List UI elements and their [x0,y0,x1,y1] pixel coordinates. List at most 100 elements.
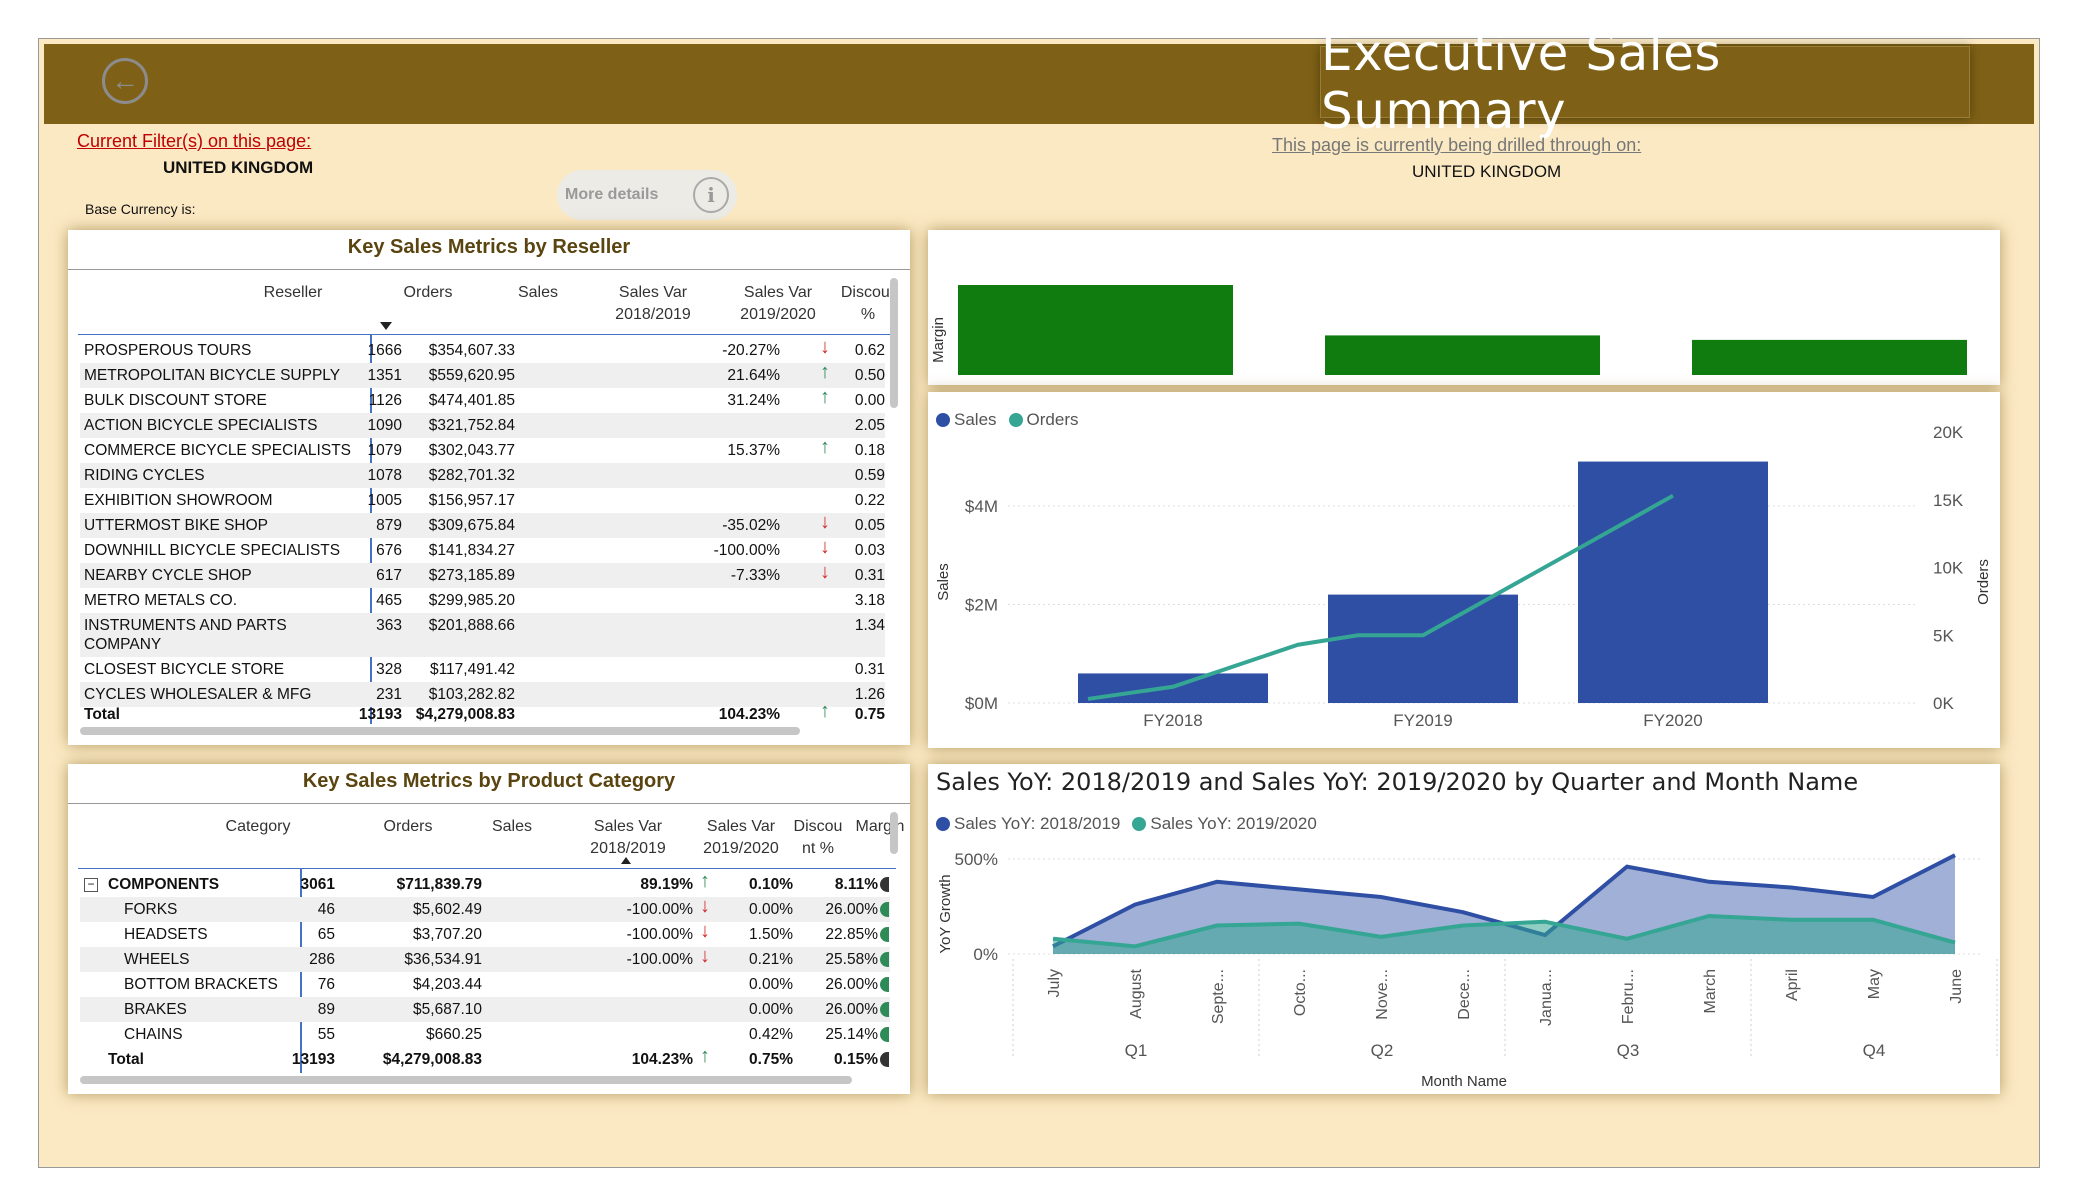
table-row[interactable]: BRAKES 89 $5,687.10 0.00% 26.00% [80,997,890,1022]
col-header-margin[interactable]: Margin [850,816,910,838]
col-header-var-1920[interactable]: Sales Var 2019/2020 [718,282,838,326]
table-row[interactable]: − COMPONENTS 3061 $711,839.79 89.19% ↑ 0.10% 8.… [80,870,890,897]
cell-reseller: PROSPEROUS TOURS [84,342,252,359]
table-row[interactable]: BULK DISCOUNT STORE 1126 $474,401.85 31.24%… [80,386,885,413]
table-row[interactable]: BOTTOM BRACKETS 76 $4,203.44 0.00% 26.00% [80,972,890,997]
vertical-scrollbar[interactable] [890,278,898,408]
collapse-icon[interactable]: − [84,878,98,892]
col-header-category[interactable]: Category [158,816,358,838]
margin-status-icon [880,1052,889,1067]
col-header-sales[interactable]: Sales [478,282,598,304]
cell-reseller: DOWNHILL BICYCLE SPECIALISTS [84,542,341,559]
cell-var-1920: -100.00% [626,901,693,918]
reseller-table-title: Key Sales Metrics by Reseller [347,236,631,258]
cell-orders: 286 [309,951,335,968]
cell-discount: 0.00% [749,1001,793,1018]
drill-through-label[interactable]: This page is currently being drilled thr… [1272,135,1641,156]
legend-sales-label[interactable]: Sales [954,410,997,430]
more-details-button[interactable]: More details i [557,170,737,220]
arrow-down-icon: ↓ [820,536,830,558]
table-row[interactable]: PROSPEROUS TOURS 1666 $354,607.33 -20.27% ↓ 0… [80,336,885,363]
margin-status-icon [880,1027,889,1042]
table-row[interactable]: METRO METALS CO. 465 $299,985.20 3.18 [80,588,885,613]
cell-orders: 1005 [367,492,402,509]
cell-var-1920: -7.33% [730,567,780,584]
cell-sales: $474,401.85 [428,392,515,409]
legend-yoy1819-label[interactable]: Sales YoY: 2018/2019 [954,814,1120,834]
table-row[interactable]: INSTRUMENTS AND PARTS COMPANY 363 $201,888.… [80,613,885,657]
table-row[interactable]: WHEELS 286 $36,534.91 -100.00% ↓ 0.21% 25.58% [80,945,890,972]
y2-tick-label: 20K [1933,423,1964,442]
x-tick-label: March [1702,969,1719,1013]
cell-var-1920: 15.37% [727,442,780,459]
cell-total-sales: $4,279,008.83 [382,1051,482,1068]
cell-discount: 0.31 [854,567,885,584]
cell-sales: $302,043.77 [428,442,515,459]
cell-var-1920: 31.24% [727,392,780,409]
cell-sales: $5,602.49 [413,901,482,918]
table-row[interactable]: CLOSEST BICYCLE STORE 328 $117,491.42 0.31 [80,657,885,682]
col-header-var-1920-l1: Sales Var [743,284,813,301]
cell-discount: 0.59 [854,467,885,484]
legend-yoy1920-marker [1132,817,1147,831]
y-tick-label: $2M [965,595,998,614]
cell-reseller: UTTERMOST BIKE SHOP [84,517,269,534]
table-row[interactable]: EXHIBITION SHOWROOM 1005 $156,957.17 0.22 [80,488,885,513]
col-header-var-1819[interactable]: Sales Var 2018/2019 [568,816,688,860]
vertical-scrollbar[interactable] [890,812,898,854]
cell-orders: 76 [317,976,335,993]
table-row[interactable]: NEARBY CYCLE SHOP 617 $273,185.89 -7.33% ↓ 0.… [80,561,885,588]
drill-through-value: UNITED KINGDOM [1412,162,1562,181]
table-row[interactable]: COMMERCE BICYCLE SPECIALISTS 1079 $302,043… [80,436,885,463]
table-row[interactable]: DOWNHILL BICYCLE SPECIALISTS 676 $141,834.… [80,536,885,563]
table-row[interactable]: HEADSETS 65 $3,707.20 -100.00% ↓ 1.50% 22.85% [80,920,890,947]
cell-discount: 0.21% [749,951,793,968]
col-header-var-1819[interactable]: Sales Var 2018/2019 [593,282,713,326]
cell-var-1920: 89.19% [640,876,693,893]
cell-reseller: ACTION BICYCLE SPECIALISTS [84,417,318,434]
cell-reseller-line2: COMPANY [84,636,162,653]
table-row[interactable]: METROPOLITAN BICYCLE SUPPLY 1351 $559,620.… [80,361,885,388]
table-row[interactable]: RIDING CYCLES 1078 $282,701.32 0.59 [80,463,885,488]
col-header-orders[interactable]: Orders [368,282,488,304]
cell-discount: 0.00% [749,976,793,993]
col-header-discount[interactable]: Discou nt % [783,816,853,860]
cell-sales: $559,620.95 [428,367,515,384]
cell-total-label: Total [108,1051,144,1068]
legend-sales-marker [936,413,950,427]
arrow-down-icon: ↓ [820,561,830,583]
arrow-up-icon: ↑ [700,870,710,892]
legend-yoy1920-label[interactable]: Sales YoY: 2019/2020 [1150,814,1316,834]
y-tick-label: $0M [965,694,998,713]
header-underline [78,868,896,869]
col-header-reseller[interactable]: Reseller [193,282,393,304]
table-row[interactable]: FORKS 46 $5,602.49 -100.00% ↓ 0.00% 26.00% [80,895,890,922]
sort-asc-icon[interactable] [621,857,631,864]
x-tick-label: April [1784,969,1801,1001]
margin-bar-FY2020 [1692,339,1967,375]
back-arrow-icon[interactable]: ← [102,58,148,104]
x-tick-label: Octo... [1292,969,1309,1016]
cell-orders: 465 [376,592,402,609]
col-header-sales[interactable]: Sales [452,816,572,838]
sort-desc-icon[interactable] [380,322,392,330]
table-row[interactable]: CHAINS 55 $660.25 0.42% 25.14% [80,1022,890,1047]
x-tick-label: FY2018 [1143,711,1203,730]
x-tick-label: FY2020 [1643,711,1703,730]
col-header-orders[interactable]: Orders [348,816,468,838]
cell-orders: 1351 [367,367,402,384]
cell-reseller: NEARBY CYCLE SHOP [84,567,252,584]
col-header-var-1819-l2: 2018/2019 [615,306,691,323]
legend-orders-label[interactable]: Orders [1027,410,1079,430]
table-row[interactable]: UTTERMOST BIKE SHOP 879 $309,675.84 -35.02%… [80,511,885,538]
arrow-up-icon: ↑ [820,386,830,408]
horizontal-scrollbar[interactable] [80,1076,852,1084]
cell-reseller: COMMERCE BICYCLE SPECIALISTS [84,442,352,459]
current-filters-link[interactable]: Current Filter(s) on this page: [77,131,311,152]
table-row[interactable]: ACTION BICYCLE SPECIALISTS 1090 $321,752.8… [80,413,885,438]
x-tick-label: FY2019 [1393,711,1453,730]
x-tick-label: Febru... [1620,969,1637,1024]
cell-discount: 0.22 [854,492,885,509]
horizontal-scrollbar[interactable] [80,727,800,735]
reseller-table-panel: Key Sales Metrics by Reseller Reseller O… [68,230,910,745]
